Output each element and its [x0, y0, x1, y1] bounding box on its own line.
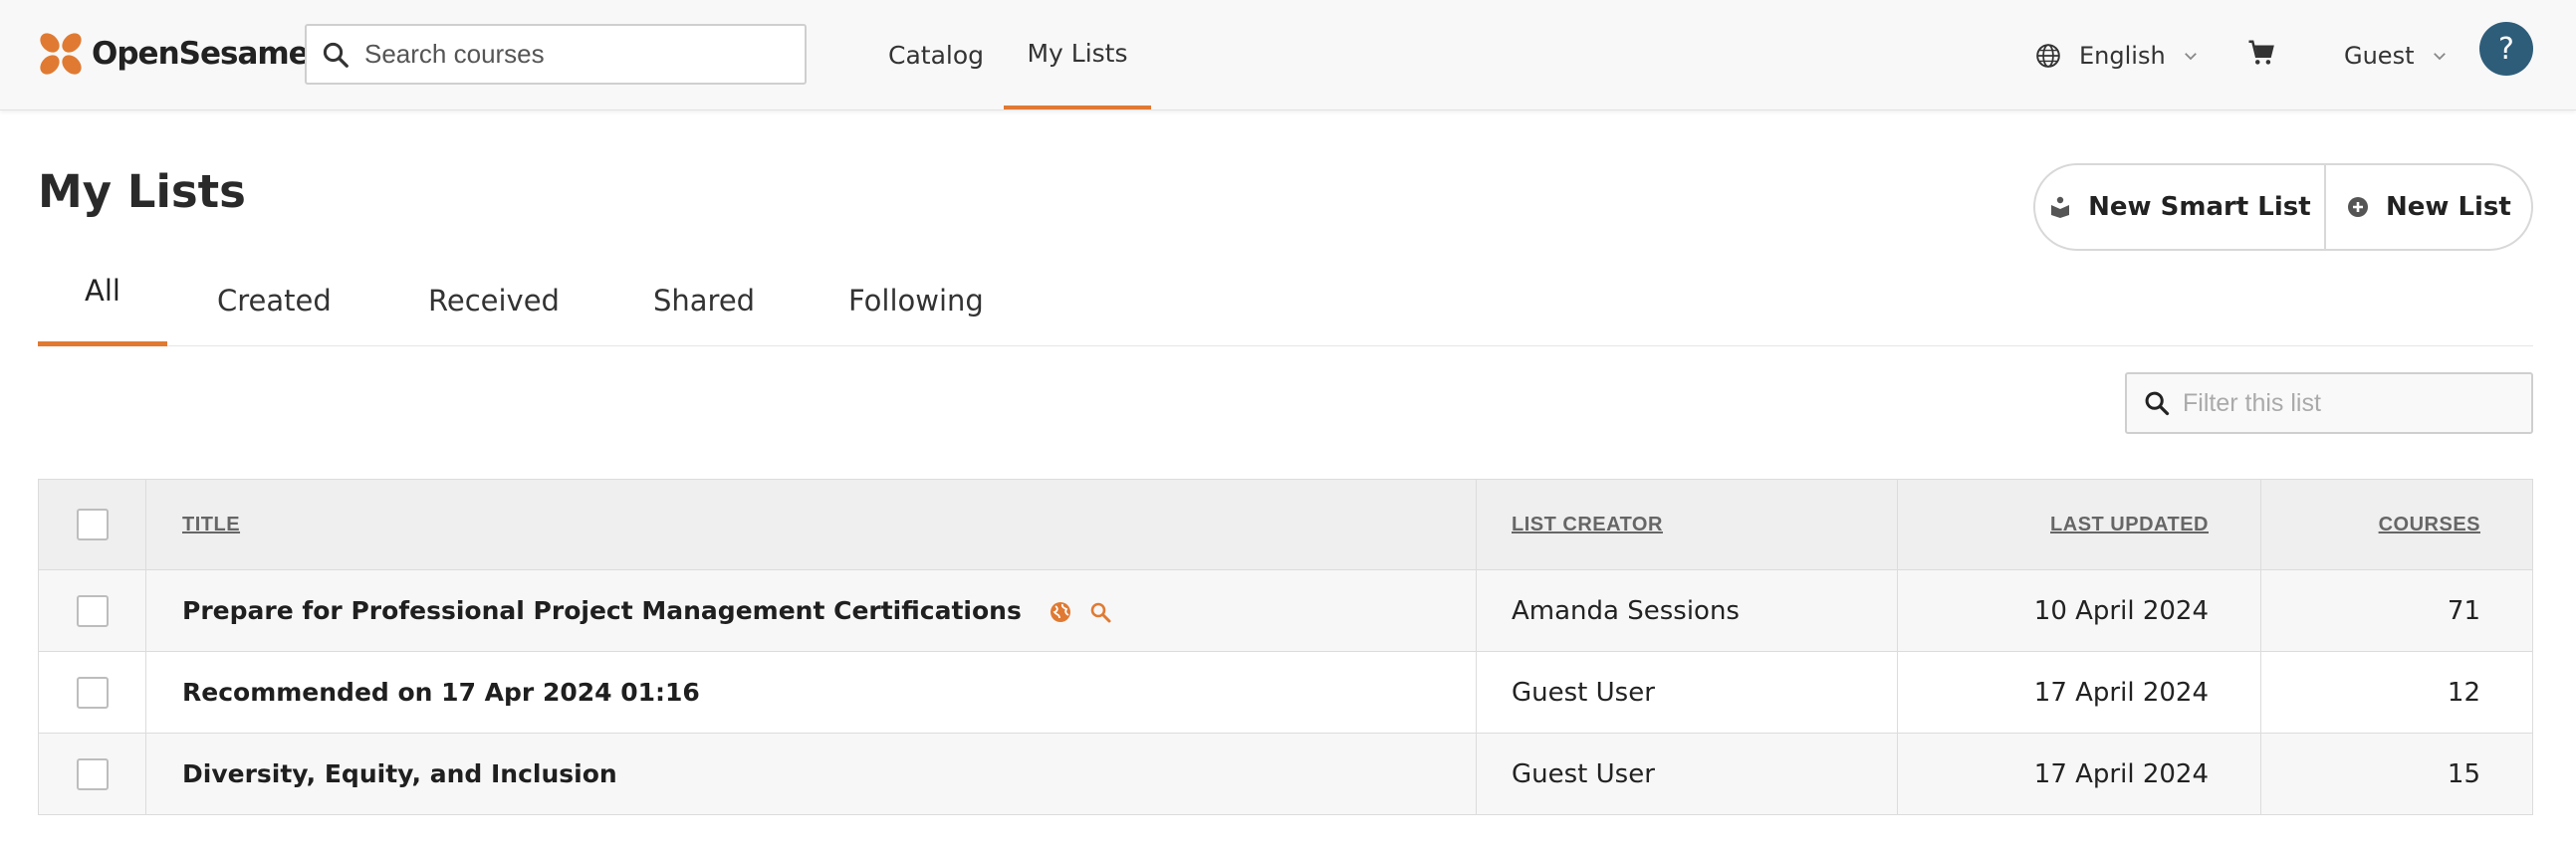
new-smart-list-button[interactable]: New Smart List	[2035, 165, 2326, 249]
new-list-button[interactable]: New List	[2326, 165, 2531, 249]
language-selector[interactable]: English	[2035, 0, 2200, 110]
row-course-count: 71	[2260, 569, 2533, 652]
list-title-link[interactable]: Prepare for Professional Project Managem…	[182, 596, 1022, 625]
lists-table: TITLE LIST CREATOR LAST UPDATED COURSES …	[38, 479, 2533, 815]
row-creator: Guest User	[1476, 651, 1898, 734]
row-checkbox[interactable]	[76, 676, 109, 709]
select-all-checkbox[interactable]	[76, 509, 109, 540]
row-select-cell	[38, 569, 146, 652]
opensesame-logo[interactable]: OpenSesame	[38, 30, 310, 78]
header-courses[interactable]: COURSES	[2260, 479, 2533, 570]
nav-my-lists[interactable]: My Lists	[1004, 0, 1151, 109]
list-title-link[interactable]: Diversity, Equity, and Inclusion	[182, 759, 617, 788]
search-icon	[2145, 391, 2170, 416]
chevron-down-icon	[2433, 52, 2446, 60]
tab-following[interactable]: Following	[848, 247, 984, 346]
globe-icon	[2036, 43, 2060, 68]
smart-search-icon	[1090, 602, 1111, 623]
nav-catalog[interactable]: Catalog	[888, 0, 984, 110]
row-title-cell: Prepare for Professional Project Managem…	[145, 569, 1477, 652]
row-course-count: 15	[2260, 733, 2533, 815]
row-last-updated: 17 April 2024	[1897, 733, 2261, 815]
row-title-cell: Diversity, Equity, and Inclusion	[145, 733, 1477, 815]
brand-name: OpenSesame	[92, 36, 310, 72]
search-icon	[323, 42, 349, 68]
search-input[interactable]	[364, 39, 783, 70]
page-title: My Lists	[38, 165, 246, 218]
row-last-updated: 10 April 2024	[1897, 569, 2261, 652]
row-creator: Guest User	[1476, 733, 1898, 815]
tab-all[interactable]: All	[38, 247, 167, 346]
user-label: Guest	[2344, 41, 2415, 70]
header-last-updated[interactable]: LAST UPDATED	[1897, 479, 2261, 570]
table-row[interactable]: Diversity, Equity, and Inclusion Guest U…	[38, 733, 2533, 815]
row-creator: Amanda Sessions	[1476, 569, 1898, 652]
row-course-count: 12	[2260, 651, 2533, 734]
opensesame-logo-icon	[40, 33, 82, 75]
tab-received[interactable]: Received	[428, 247, 560, 346]
table-row[interactable]: Recommended on 17 Apr 2024 01:16 Guest U…	[38, 651, 2533, 734]
plus-circle-icon	[2347, 197, 2368, 217]
list-filter	[2125, 372, 2533, 434]
table-header-row: TITLE LIST CREATOR LAST UPDATED COURSES	[38, 479, 2533, 570]
header-list-creator[interactable]: LIST CREATOR	[1476, 479, 1898, 570]
new-list-label: New List	[2385, 192, 2511, 222]
filter-input[interactable]	[2183, 388, 2511, 418]
row-select-cell	[38, 651, 146, 734]
course-search	[305, 24, 807, 85]
list-actions: New Smart List New List	[2033, 163, 2533, 251]
cart-icon[interactable]	[2246, 38, 2276, 68]
smart-list-icon	[2051, 196, 2070, 218]
list-title-link[interactable]: Recommended on 17 Apr 2024 01:16	[182, 678, 700, 707]
row-select-cell	[38, 733, 146, 815]
language-label: English	[2079, 41, 2166, 70]
user-menu[interactable]: Guest	[2344, 0, 2449, 110]
row-title-cell: Recommended on 17 Apr 2024 01:16	[145, 651, 1477, 734]
row-checkbox[interactable]	[76, 594, 109, 627]
new-smart-list-label: New Smart List	[2088, 192, 2311, 222]
public-globe-icon	[1050, 602, 1070, 622]
list-tabs: All Created Received Shared Following	[38, 247, 2533, 346]
row-last-updated: 17 April 2024	[1897, 651, 2261, 734]
tab-shared[interactable]: Shared	[653, 247, 755, 346]
header-title[interactable]: TITLE	[145, 479, 1477, 570]
top-nav: OpenSesame Catalog My Lists English Gues…	[0, 0, 2576, 110]
table-row[interactable]: Prepare for Professional Project Managem…	[38, 569, 2533, 652]
tab-created[interactable]: Created	[217, 247, 332, 346]
row-checkbox[interactable]	[76, 757, 109, 790]
chevron-down-icon	[2184, 52, 2197, 60]
help-button[interactable]: ?	[2479, 22, 2533, 76]
select-all-cell	[38, 479, 146, 570]
